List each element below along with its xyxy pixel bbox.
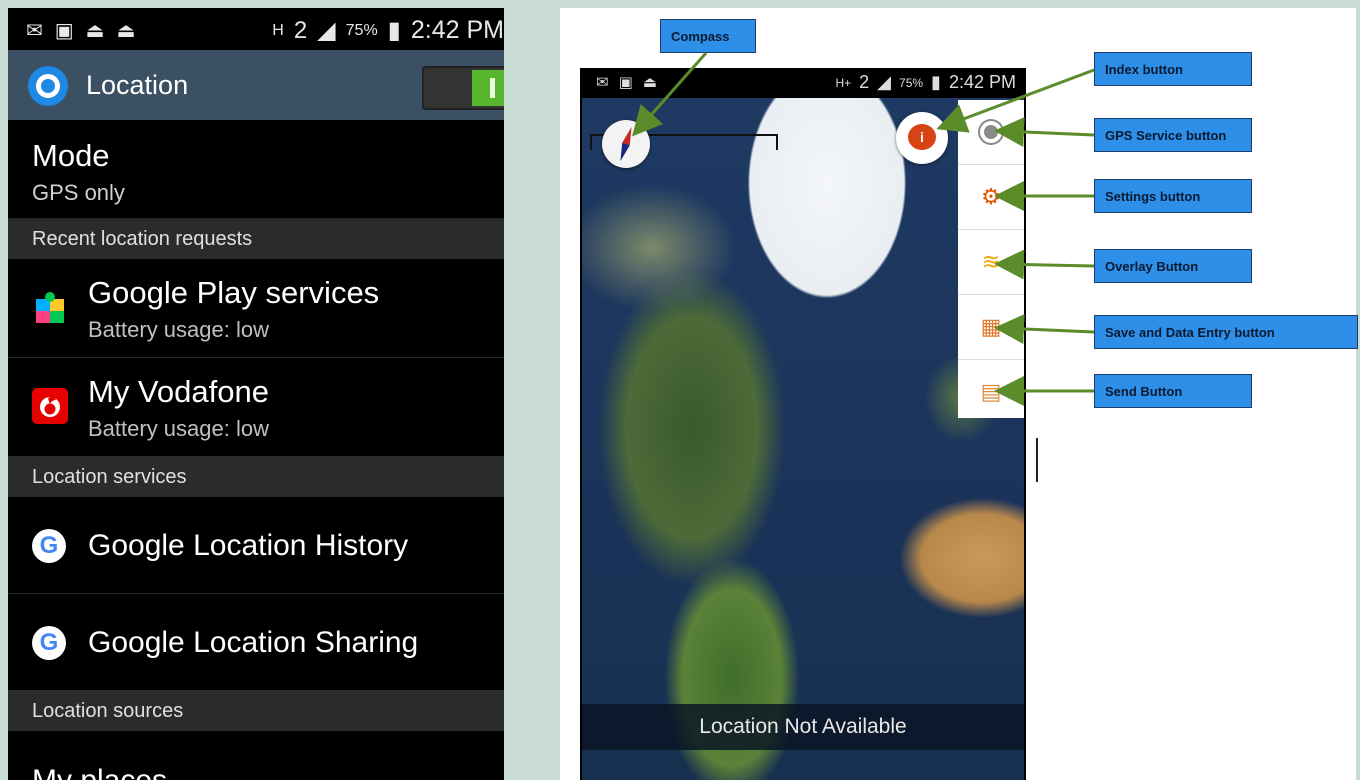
layers-icon: ≋ (981, 249, 1001, 274)
list-item-my-places[interactable]: My places (32, 764, 167, 780)
overlay-button[interactable]: ≋ (958, 230, 1024, 295)
battery-usage: Battery usage: low (88, 317, 269, 342)
gear-icon (28, 66, 68, 106)
index-button[interactable]: i (896, 112, 948, 164)
gps-service-button[interactable] (958, 100, 1024, 165)
vodafone-logo-icon (32, 388, 68, 424)
battery-percent: 75% (345, 21, 378, 39)
settings-phone-screen: ✉ ▣ ⏏ ⏏ H 2 ◢ 75% ▮ 2:42 PM Location Mod… (8, 8, 504, 780)
image-icon: ▣ (618, 73, 633, 91)
sim-indicator: 2 (859, 72, 870, 92)
section-header-services: Location services (8, 457, 504, 497)
puzzle-piece-icon (36, 292, 64, 323)
service-name: Google Location History (88, 529, 409, 562)
document-send-icon: ▤ (980, 379, 1002, 404)
callout-send-button: Send Button (1094, 374, 1252, 408)
location-toggle[interactable] (422, 66, 504, 110)
map-side-toolbar: ⚙ ≋ ▦ ▤ (958, 100, 1024, 418)
section-header-sources: Location sources (8, 691, 504, 731)
sim-indicator: 2 (293, 16, 308, 44)
callout-overlay-button: Overlay Button (1094, 249, 1252, 283)
map-app-screen: ✉ ▣ ⏏ H+ 2 ◢ 75% ▮ 2:42 PM i ⚙ ≋ ▦ ▤ Loc… (580, 68, 1026, 780)
battery-percent: 75% (899, 75, 924, 90)
callout-gps-service-button: GPS Service button (1094, 118, 1252, 152)
send-button[interactable]: ▤ (958, 360, 1024, 424)
compass-button[interactable] (602, 120, 650, 168)
crosshair-icon (984, 125, 998, 139)
list-item-google-location-sharing[interactable]: G Google Location Sharing (8, 594, 504, 691)
page-title: Location (86, 70, 189, 100)
network-type: H (272, 21, 284, 39)
status-bar: ✉ ▣ ⏏ H+ 2 ◢ 75% ▮ 2:42 PM (580, 68, 1026, 98)
location-status-banner: Location Not Available (582, 704, 1024, 750)
text-cursor (1036, 438, 1038, 482)
save-data-entry-button[interactable]: ▦ (958, 295, 1024, 360)
live-icon: ⏏ (116, 18, 136, 42)
google-g-icon: G (32, 529, 66, 563)
signal-icon: ◢ (877, 72, 892, 92)
status-bar: ✉ ▣ ⏏ ⏏ H 2 ◢ 75% ▮ 2:42 PM (8, 8, 504, 50)
app-name: Google Play services (88, 275, 380, 310)
network-type: H+ (835, 75, 852, 90)
clock: 2:42 PM (410, 16, 504, 44)
live-icon: ⏏ (85, 18, 105, 42)
settings-button[interactable]: ⚙ (958, 165, 1024, 230)
envelope-icon: ✉ (596, 73, 609, 91)
clock: 2:42 PM (948, 72, 1016, 92)
mode-setting[interactable]: Mode GPS only (8, 120, 504, 219)
service-name: Google Location Sharing (88, 626, 419, 659)
section-header-recent: Recent location requests (8, 219, 504, 259)
callout-save-data-entry-button: Save and Data Entry button (1094, 315, 1358, 349)
envelope-icon: ✉ (26, 18, 43, 42)
info-icon: i (908, 124, 936, 150)
map-marker-icon: ▦ (980, 314, 1002, 339)
callout-settings-button: Settings button (1094, 179, 1252, 213)
mode-title: Mode (32, 138, 110, 173)
google-g-icon: G (32, 626, 66, 660)
signal-icon: ◢ (317, 17, 336, 44)
compass-needle-north (622, 125, 636, 146)
location-header: Location (8, 50, 504, 120)
live-icon: ⏏ (642, 73, 657, 91)
battery-icon: ▮ (387, 17, 401, 44)
app-name: My Vodafone (88, 374, 269, 409)
list-item-google-play-services[interactable]: Google Play services Battery usage: low (8, 259, 504, 358)
gears-icon: ⚙ (981, 184, 1001, 209)
callout-compass: Compass (660, 19, 756, 53)
battery-icon: ▮ (931, 72, 941, 92)
list-item-my-vodafone[interactable]: My Vodafone Battery usage: low (8, 358, 504, 457)
list-item-google-location-history[interactable]: G Google Location History (8, 497, 504, 594)
battery-usage: Battery usage: low (88, 416, 269, 441)
image-icon: ▣ (54, 18, 74, 42)
compass-needle-south (616, 142, 630, 163)
toggle-knob (472, 70, 504, 106)
callout-index-button: Index button (1094, 52, 1252, 86)
mode-value: GPS only (32, 180, 125, 205)
